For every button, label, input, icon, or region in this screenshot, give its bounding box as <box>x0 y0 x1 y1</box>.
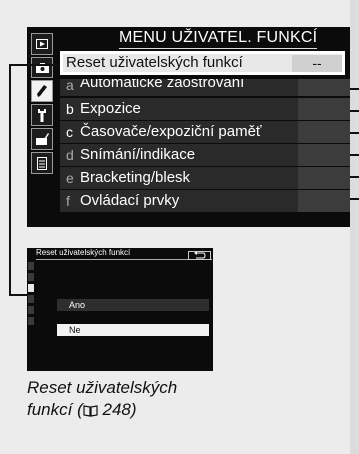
reset-custom-settings-value: -- <box>292 55 342 72</box>
reset-custom-settings-label: Reset uživatelských funkcí <box>66 54 243 71</box>
caption-line-2: funkcí ( 248) <box>27 399 247 421</box>
menu-item-label: Ovládací prvky <box>80 192 180 209</box>
callout-line <box>9 64 11 296</box>
retouch-icon[interactable] <box>28 306 34 314</box>
menu-item-letter: a <box>66 79 74 93</box>
camera-icon[interactable] <box>31 57 53 78</box>
page-edge <box>350 0 359 454</box>
caption-text: funkcí ( <box>27 400 83 419</box>
menu-item-label: Automatické zaostřování <box>80 79 245 91</box>
title-underline <box>36 259 212 260</box>
menu-item-letter: f <box>66 193 70 209</box>
menu-item-value <box>298 190 350 212</box>
option-yes[interactable]: Ano <box>57 299 209 311</box>
pencil-icon[interactable] <box>31 80 53 102</box>
custom-settings-menu-screen: MENU UŽIVATEL. FUNKCÍ Reset uživatelskýc… <box>27 27 350 227</box>
menu-title: MENU UŽIVATEL. FUNKCÍ <box>119 29 318 49</box>
callout-line <box>350 88 359 90</box>
menu-item-f[interactable]: f Ovládací prvky <box>60 190 350 212</box>
menu-item-label: Časovače/expoziční paměť <box>80 123 262 140</box>
menu-item-letter: e <box>66 170 74 186</box>
menu-item-c[interactable]: c Časovače/expoziční paměť <box>60 121 350 143</box>
callout-line <box>350 132 359 134</box>
callout-line <box>9 64 58 66</box>
menu-item-a[interactable]: a Automatické zaostřování <box>60 79 350 96</box>
menu-item-letter: d <box>66 147 74 163</box>
camera-icon[interactable] <box>28 273 34 281</box>
caption: Reset uživatelských funkcí ( 248) <box>27 377 247 421</box>
back-icon[interactable] <box>188 251 211 260</box>
callout-line <box>350 198 359 200</box>
page-reference[interactable]: 248 <box>102 400 130 419</box>
callout-line <box>350 176 359 178</box>
menu-item-value <box>298 167 350 189</box>
menu-item-value <box>298 121 350 143</box>
menu-item-b[interactable]: b Expozice <box>60 98 350 120</box>
playback-icon[interactable] <box>31 33 53 55</box>
callout-line <box>350 110 359 112</box>
menu-item-label: Expozice <box>80 100 141 117</box>
menu-item-value <box>298 144 350 166</box>
menu-item-label: Snímání/indikace <box>80 146 196 163</box>
menu-item-letter: c <box>66 124 73 140</box>
reset-custom-settings-item[interactable]: Reset uživatelských funkcí -- <box>60 51 345 75</box>
reset-confirmation-screen: Reset uživatelských funkcí Ano Ne <box>27 248 213 371</box>
option-no[interactable]: Ne <box>57 324 209 336</box>
book-icon <box>83 405 98 417</box>
caption-line-1: Reset uživatelských <box>27 378 178 397</box>
pencil-icon[interactable] <box>28 284 34 292</box>
menu-sidebar <box>31 33 53 219</box>
wrench-icon[interactable] <box>28 295 34 303</box>
playback-icon[interactable] <box>28 262 34 270</box>
menu-item-letter: b <box>66 101 74 117</box>
screen-title: Reset uživatelských funkcí <box>36 248 131 257</box>
my-menu-icon[interactable] <box>28 317 34 325</box>
caption-paren: ) <box>130 400 137 419</box>
menu-item-value <box>298 98 350 120</box>
wrench-icon[interactable] <box>31 104 53 126</box>
menu-item-value <box>298 79 350 96</box>
retouch-icon[interactable] <box>31 128 53 150</box>
callout-line <box>9 294 29 296</box>
menu-item-label: Bracketing/blesk <box>80 169 191 186</box>
menu-item-e[interactable]: e Bracketing/blesk <box>60 167 350 189</box>
callout-line <box>350 154 359 156</box>
menu-item-d[interactable]: d Snímání/indikace <box>60 144 350 166</box>
my-menu-icon[interactable] <box>31 152 53 174</box>
